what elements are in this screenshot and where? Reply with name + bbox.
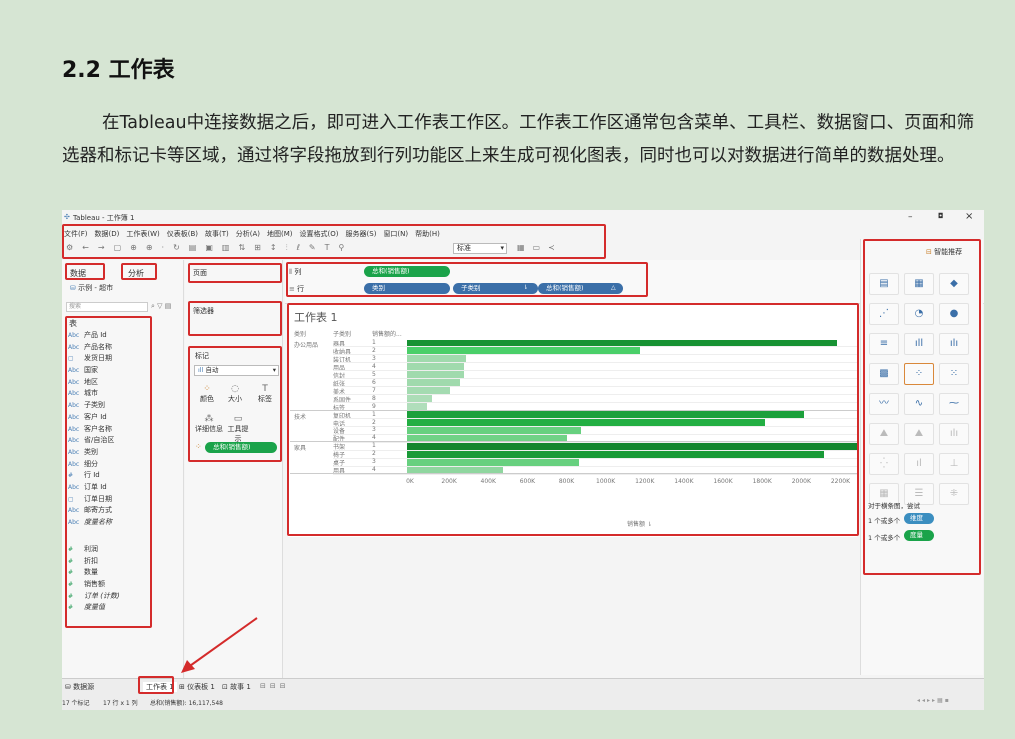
window-titlebar: ✣ Tableau - 工作簿 1 – ◘ × <box>62 211 984 223</box>
tab-dashboard[interactable]: ⊞ 仪表板 1 <box>179 682 215 692</box>
highlight-menu-toolbar <box>62 224 606 259</box>
highlight-pages-card <box>188 263 282 283</box>
view-nav-icon[interactable]: ◂◂▸▸▦▪ <box>917 697 951 704</box>
section-heading: 2.2 工作表 <box>62 58 175 83</box>
database-icon: ⛁ <box>65 683 74 691</box>
field-search-input[interactable]: 搜索 <box>66 302 148 312</box>
status-sum: 总和(销售额): 16,117,548 <box>150 700 223 707</box>
highlight-shelves <box>286 262 648 297</box>
database-icon: ⛁ <box>70 284 79 292</box>
new-sheet-icon[interactable]: ⊟⊟⊟ <box>260 682 290 690</box>
datasource-label: 示例 - 超市 <box>78 284 114 292</box>
tab-datasource-label: 数据源 <box>73 683 95 691</box>
highlight-field-list <box>65 316 152 628</box>
close-icon[interactable]: × <box>965 211 973 222</box>
highlight-marks-card <box>188 346 282 462</box>
arrow-annotation <box>181 617 258 673</box>
tab-story-label: 故事 1 <box>230 683 251 691</box>
status-marks: 17 个标记 <box>62 700 90 707</box>
filter-icon[interactable]: ⌕ ▽ ▤ <box>151 302 171 311</box>
highlight-show-me <box>863 239 981 575</box>
tableau-logo-icon: ✣ <box>64 213 70 221</box>
highlight-filters-card <box>188 301 282 336</box>
highlight-sheet-tab <box>138 676 174 694</box>
tab-dashboard-label: 仪表板 1 <box>187 683 215 691</box>
highlight-view <box>287 303 859 536</box>
tab-datasource[interactable]: ⛁ 数据源 <box>65 682 94 692</box>
arrow-line <box>186 617 258 669</box>
arrow-head <box>181 660 195 673</box>
highlight-analysis-tab <box>121 263 157 280</box>
story-icon: ⊡ <box>222 683 231 691</box>
minimize-icon[interactable]: – <box>908 212 913 222</box>
maximize-icon[interactable]: ◘ <box>938 212 944 220</box>
datasource-name[interactable]: ⛁ 示例 - 超市 <box>70 283 113 293</box>
highlight-data-tab <box>65 263 105 280</box>
status-rows: 17 行 x 1 列 <box>103 700 138 707</box>
tab-story[interactable]: ⊡ 故事 1 <box>222 682 251 692</box>
dashboard-icon: ⊞ <box>179 683 188 691</box>
body-paragraph: 在Tableau中连接数据之后，即可进入工作表工作区。工作表工作区通常包含菜单、… <box>62 113 975 166</box>
window-title: Tableau - 工作簿 1 <box>73 214 135 222</box>
